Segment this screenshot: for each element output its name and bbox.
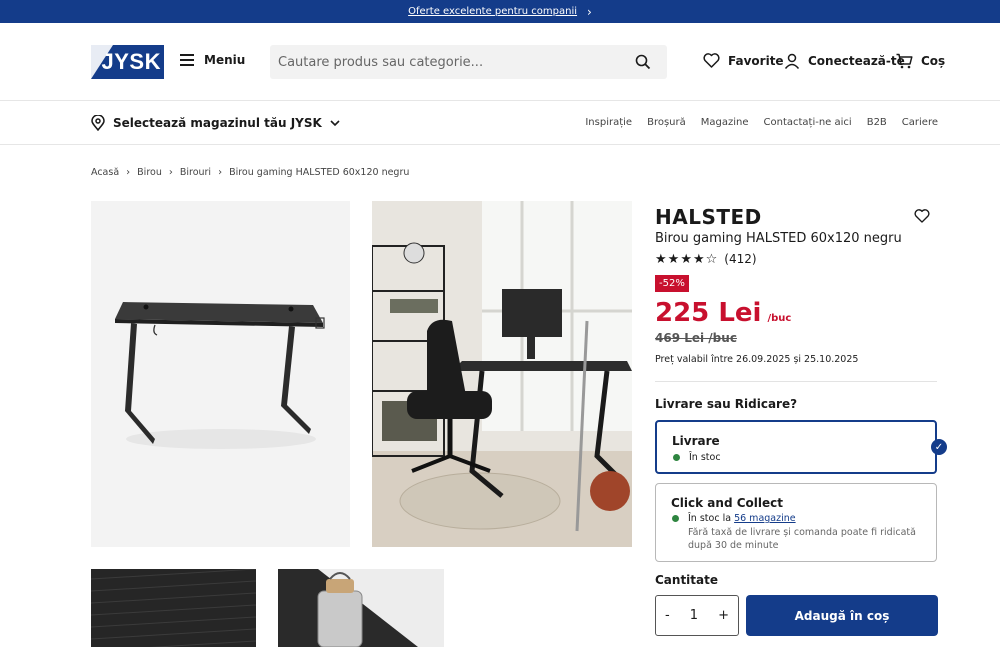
stock-prefix: În stoc la bbox=[688, 513, 732, 524]
product-image-main[interactable] bbox=[91, 201, 350, 547]
login-link[interactable]: Conectează-te bbox=[784, 53, 905, 69]
heart-icon[interactable] bbox=[914, 208, 930, 227]
cart-label: Coș bbox=[921, 54, 946, 68]
breadcrumb: Acasă › Birou › Birouri › Birou gaming H… bbox=[91, 167, 409, 178]
quantity-minus-button[interactable]: - bbox=[665, 608, 670, 623]
breadcrumb-item[interactable]: Acasă bbox=[91, 167, 119, 178]
check-icon: ✓ bbox=[931, 439, 947, 455]
quantity-value[interactable]: 1 bbox=[690, 608, 698, 623]
star-icon: ★ bbox=[655, 251, 667, 267]
star-icon: ★ bbox=[680, 251, 692, 267]
jysk-logo[interactable]: JYSK bbox=[91, 45, 164, 79]
option-title: Click and Collect bbox=[671, 496, 783, 510]
menu-button[interactable]: Meniu bbox=[180, 53, 245, 67]
price-value: 225 Lei bbox=[655, 298, 762, 328]
search-icon[interactable] bbox=[635, 54, 651, 74]
hamburger-icon bbox=[180, 54, 194, 66]
store-selector-label: Selectează magazinul tău JYSK bbox=[113, 116, 322, 130]
chevron-right-icon: › bbox=[168, 167, 173, 178]
product-subtitle: Birou gaming HALSTED 60x120 negru bbox=[655, 231, 902, 246]
divider bbox=[655, 381, 937, 382]
stock-dot bbox=[672, 515, 679, 522]
star-half-icon: ☆ bbox=[705, 251, 718, 267]
add-to-cart-button[interactable]: Adaugă în coș bbox=[746, 595, 938, 636]
product-thumbnail-texture[interactable] bbox=[91, 569, 256, 647]
product-thumbnail-cupholder[interactable] bbox=[278, 569, 444, 647]
link-b2b[interactable]: B2B bbox=[867, 117, 887, 128]
menu-label: Meniu bbox=[204, 53, 246, 67]
cart-link[interactable]: Coș bbox=[896, 53, 945, 69]
link-brosura[interactable]: Broșură bbox=[647, 117, 686, 128]
stock-status: În stoc la 56 magazine bbox=[672, 513, 796, 524]
link-inspiratie[interactable]: Inspirație bbox=[585, 117, 632, 128]
stock-status: În stoc bbox=[673, 452, 721, 463]
heart-icon bbox=[703, 53, 720, 68]
chevron-right-icon[interactable]: › bbox=[587, 5, 592, 19]
stores-link[interactable]: 56 magazine bbox=[734, 513, 796, 524]
header: JYSK Meniu Favorite Conectează-te Coș bbox=[0, 23, 1000, 101]
quantity-label: Cantitate bbox=[655, 573, 719, 587]
store-links: Inspirație Broșură Magazine Contactați-n… bbox=[570, 117, 938, 128]
option-title: Livrare bbox=[672, 434, 720, 448]
price-unit: /buc bbox=[767, 313, 792, 324]
review-count: (412) bbox=[724, 252, 757, 266]
quantity-stepper: - 1 + bbox=[655, 595, 739, 636]
search-bar bbox=[270, 45, 667, 79]
quantity-plus-button[interactable]: + bbox=[718, 608, 729, 623]
product-image-room[interactable] bbox=[372, 201, 632, 547]
delivery-option-click-collect[interactable]: Click and Collect În stoc la 56 magazine… bbox=[655, 483, 937, 562]
store-bar: Selectează magazinul tău JYSK Inspirație… bbox=[0, 101, 1000, 145]
old-price: 469 Lei /buc bbox=[655, 331, 737, 345]
location-pin-icon bbox=[91, 115, 105, 131]
promo-link[interactable]: Oferte excelente pentru companii bbox=[408, 6, 577, 17]
search-input[interactable] bbox=[278, 54, 618, 70]
user-icon bbox=[784, 53, 800, 69]
logo-triangle bbox=[91, 45, 113, 79]
price-validity: Preț valabil între 26.09.2025 și 25.10.2… bbox=[655, 354, 859, 365]
store-selector[interactable]: Selectează magazinul tău JYSK bbox=[91, 115, 340, 131]
login-label: Conectează-te bbox=[808, 54, 905, 68]
chevron-right-icon: › bbox=[126, 167, 131, 178]
chevron-right-icon: › bbox=[218, 167, 223, 178]
cart-icon bbox=[896, 53, 913, 69]
product-title: HALSTED bbox=[655, 205, 762, 229]
rating-stars: ★ ★ ★ ★ ☆ bbox=[655, 253, 718, 266]
breadcrumb-item[interactable]: Birouri bbox=[180, 167, 211, 178]
discount-badge: -52% bbox=[655, 275, 689, 292]
favorites-link[interactable]: Favorite bbox=[703, 53, 784, 68]
favorites-label: Favorite bbox=[728, 53, 784, 68]
stock-text: În stoc bbox=[689, 452, 721, 463]
promo-bar: Oferte excelente pentru companii › bbox=[0, 0, 1000, 23]
rating[interactable]: ★ ★ ★ ★ ☆ (412) bbox=[655, 252, 757, 266]
delivery-option-livrare[interactable]: Livrare În stoc ✓ bbox=[655, 420, 947, 474]
breadcrumb-item[interactable]: Birou bbox=[137, 167, 162, 178]
stock-dot bbox=[673, 454, 680, 461]
link-cariere[interactable]: Cariere bbox=[902, 117, 938, 128]
star-icon: ★ bbox=[692, 251, 705, 267]
link-magazine[interactable]: Magazine bbox=[701, 117, 749, 128]
chevron-down-icon bbox=[330, 119, 340, 126]
link-contact[interactable]: Contactați-ne aici bbox=[764, 117, 852, 128]
price: 225 Lei /buc bbox=[655, 298, 791, 328]
delivery-question: Livrare sau Ridicare? bbox=[655, 397, 798, 411]
star-icon: ★ bbox=[667, 251, 680, 267]
breadcrumb-current: Birou gaming HALSTED 60x120 negru bbox=[229, 167, 410, 178]
pickup-note: Fără taxă de livrare și comanda poate fi… bbox=[688, 527, 916, 551]
